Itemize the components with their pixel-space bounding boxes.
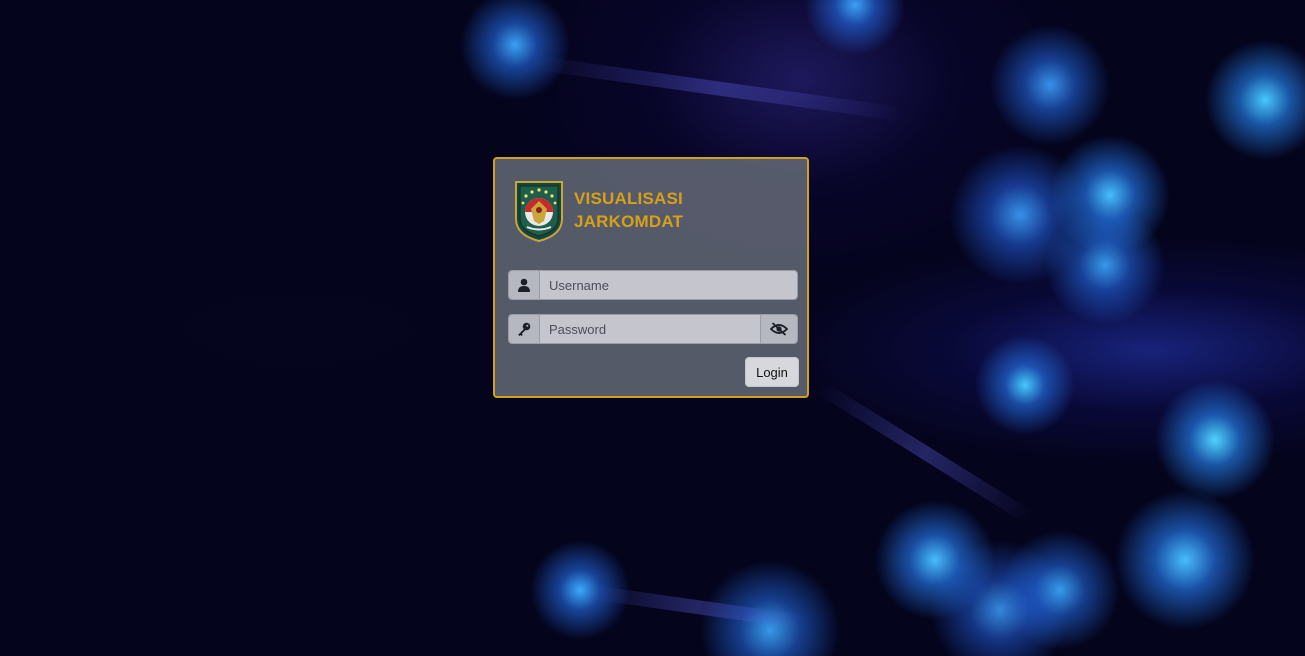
username-group: [508, 270, 798, 300]
login-card: VISUALISASI JARKOMDAT Username Login: [493, 157, 809, 398]
user-icon: [509, 271, 540, 299]
password-group: [508, 314, 798, 344]
toggle-password-visibility-button[interactable]: [760, 315, 797, 343]
login-button[interactable]: Login: [745, 357, 799, 387]
username-input[interactable]: [540, 271, 797, 299]
government-emblem-icon: [515, 181, 563, 243]
password-input[interactable]: [540, 315, 760, 343]
key-icon: [509, 315, 540, 343]
app-title: VISUALISASI JARKOMDAT: [574, 187, 683, 233]
app-title-line1: VISUALISASI: [574, 189, 683, 208]
app-title-line2: JARKOMDAT: [574, 212, 684, 231]
eye-slash-icon: [770, 322, 788, 336]
